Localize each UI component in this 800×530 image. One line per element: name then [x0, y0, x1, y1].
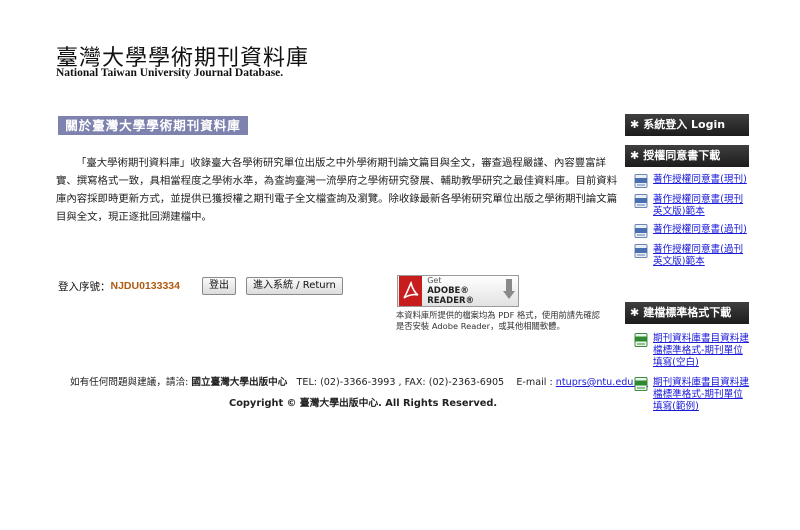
login-id: NJDU0133334 [110, 280, 180, 292]
sidebar-format-header: ✱ 建檔標準格式下載 [625, 302, 749, 324]
enter-system-button[interactable]: 進入系統 / Return [245, 277, 343, 295]
doc-icon [634, 244, 648, 258]
site-subtitle: National Taiwan University Journal Datab… [56, 67, 284, 79]
sidebar-agreement-title: 授權同意書下載 [643, 149, 721, 162]
sidebar-format-title: 建檔標準格式下載 [643, 306, 732, 319]
logout-button[interactable]: 登出 [201, 277, 236, 295]
email-label: E-mail : [516, 377, 556, 388]
copyright: Copyright © 臺灣大學出版中心. All Rights Reserve… [229, 398, 498, 409]
doc-icon [634, 224, 648, 238]
star-icon: ✱ [630, 306, 640, 319]
list-item: 期刊資料庫書目資料建檔標準格式-期刊單位填寫(空白) [634, 333, 752, 369]
contact-line: 如有任何問題與建議，請洽: 國立臺灣大學出版中心 TEL: (02)-3366-… [70, 374, 648, 388]
agreement-link-current[interactable]: 著作授權同意書(現刊) [653, 174, 747, 186]
format-link-example[interactable]: 期刊資料庫書目資料建檔標準格式-期刊單位填寫(範例) [653, 377, 752, 413]
list-item: 著作授權同意書(過刊英文版)範本 [634, 244, 752, 268]
list-item: 期刊資料庫書目資料建檔標準格式-期刊單位填寫(範例) [634, 377, 752, 413]
adobe-note: 本資料庫所提供的檔案均為 PDF 格式，使用前請先確認是否安裝 Adobe Re… [396, 310, 600, 331]
agreement-list: 著作授權同意書(現刊) 著作授權同意書(現刊英文版)範本 著作授權同意書(過刊)… [634, 174, 752, 274]
get-adobe-reader-button[interactable]: Get ADOBE® READER® [397, 275, 519, 307]
publisher-name: 國立臺灣大學出版中心 [191, 377, 288, 388]
list-item: 著作授權同意書(過刊) [634, 224, 752, 238]
xls-icon [634, 333, 648, 347]
list-item: 著作授權同意書(現刊英文版)範本 [634, 194, 752, 218]
agreement-link-past-en[interactable]: 著作授權同意書(過刊英文版)範本 [653, 244, 752, 268]
sidebar-agreement-header: ✱ 授權同意書下載 [625, 145, 749, 167]
download-arrow-icon [503, 278, 515, 304]
about-body: 「臺大學術期刊資料庫」收錄臺大各學術研究單位出版之中外學術期刊論文篇目與全文，審… [56, 157, 618, 223]
doc-icon [634, 194, 648, 208]
star-icon: ✱ [630, 149, 640, 162]
about-heading: 關於臺灣大學學術期刊資料庫 [58, 116, 248, 135]
agreement-link-current-en[interactable]: 著作授權同意書(現刊英文版)範本 [653, 194, 752, 218]
adobe-logo-icon [399, 276, 423, 306]
adobe-get-label: Get [427, 276, 442, 285]
xls-icon [634, 377, 648, 391]
adobe-reader-label: ADOBE® READER® [427, 286, 475, 306]
contact-phone: TEL: (02)-3366-3993 , FAX: (02)-2363-690… [296, 377, 505, 388]
format-link-blank[interactable]: 期刊資料庫書目資料建檔標準格式-期刊單位填寫(空白) [653, 333, 752, 369]
doc-icon [634, 174, 648, 188]
star-icon: ✱ [630, 118, 640, 131]
sidebar-login-bar[interactable]: ✱ 系統登入 Login [625, 114, 749, 136]
contact-prefix: 如有任何問題與建議，請洽: [70, 377, 192, 388]
sidebar-login-title: 系統登入 Login [643, 118, 726, 131]
agreement-link-past[interactable]: 著作授權同意書(過刊) [653, 224, 747, 236]
login-label: 登入序號： [58, 280, 111, 293]
login-row: 登入序號： NJDU0133334 登出 進入系統 / Return [58, 277, 353, 295]
format-list: 期刊資料庫書目資料建檔標準格式-期刊單位填寫(空白) 期刊資料庫書目資料建檔標準… [634, 333, 752, 419]
list-item: 著作授權同意書(現刊) [634, 174, 752, 188]
